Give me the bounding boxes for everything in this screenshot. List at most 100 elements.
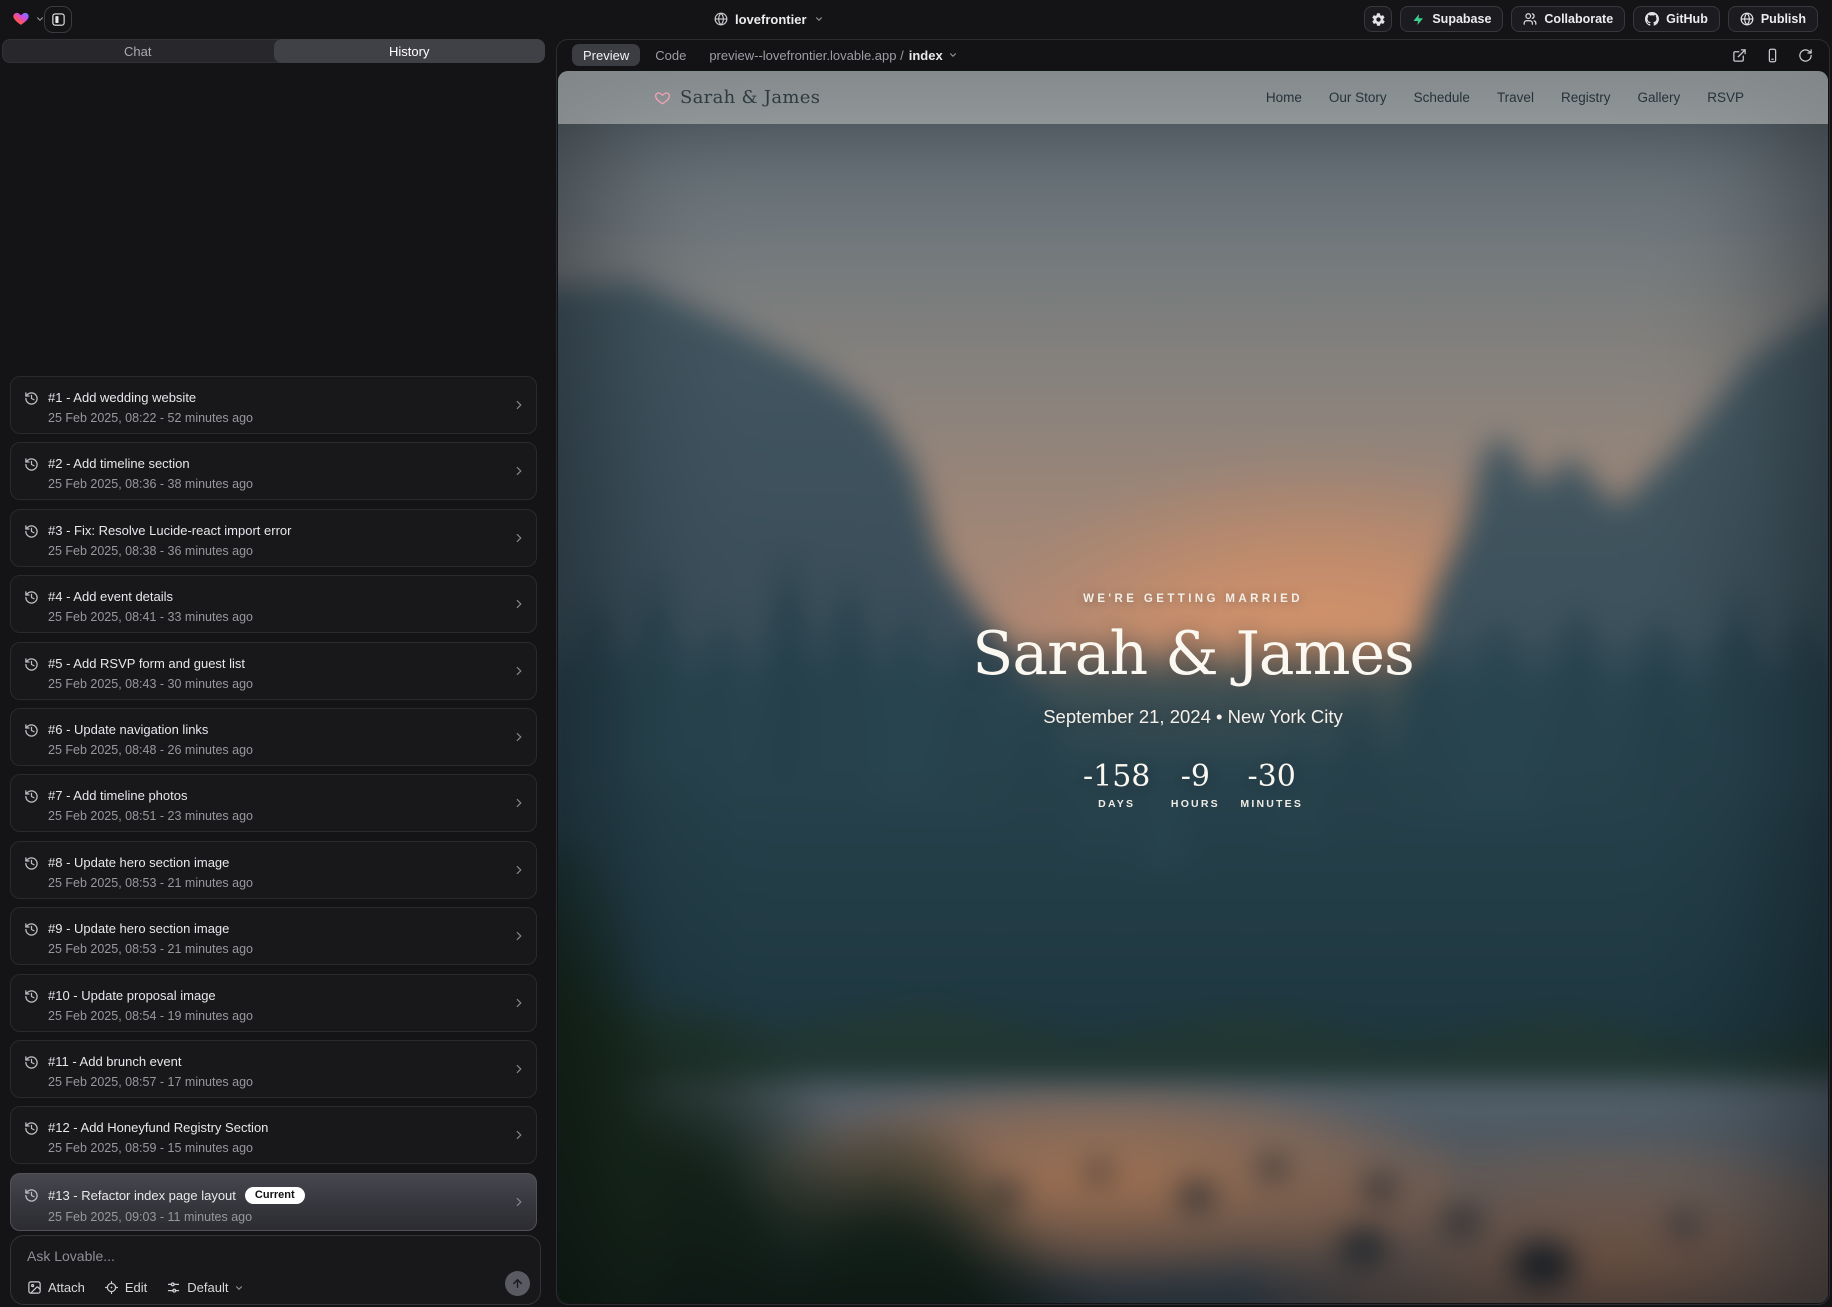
- lovable-logo-menu[interactable]: [12, 10, 45, 27]
- history-item-timestamp: 25 Feb 2025, 08:59 - 15 minutes ago: [48, 1141, 268, 1155]
- history-item[interactable]: #7 - Add timeline photos 25 Feb 2025, 08…: [10, 774, 537, 832]
- history-item-title: #9 - Update hero section image: [48, 921, 229, 936]
- mode-select[interactable]: Default: [166, 1280, 244, 1295]
- history-icon: [24, 723, 39, 738]
- chevron-right-icon[interactable]: [512, 531, 526, 545]
- open-external-icon[interactable]: [1732, 48, 1747, 63]
- history-item[interactable]: #2 - Add timeline section 25 Feb 2025, 0…: [10, 442, 537, 500]
- history-item[interactable]: #10 - Update proposal image 25 Feb 2025,…: [10, 974, 537, 1032]
- history-icon: [24, 989, 39, 1004]
- history-item[interactable]: #11 - Add brunch event 25 Feb 2025, 08:5…: [10, 1040, 537, 1098]
- history-item[interactable]: #6 - Update navigation links 25 Feb 2025…: [10, 708, 537, 766]
- tab-code[interactable]: Code: [655, 48, 686, 63]
- history-item-timestamp: 25 Feb 2025, 08:43 - 30 minutes ago: [48, 677, 253, 691]
- supabase-label: Supabase: [1432, 12, 1491, 26]
- site-nav-link[interactable]: RSVP: [1707, 90, 1744, 105]
- history-item-title-row: #5 - Add RSVP form and guest list: [48, 656, 253, 671]
- history-item-title-row: #10 - Update proposal image: [48, 988, 253, 1003]
- tab-preview[interactable]: Preview: [572, 44, 640, 66]
- image-attach-icon: [27, 1280, 42, 1295]
- attach-button[interactable]: Attach: [27, 1280, 85, 1295]
- countdown-value: -9: [1166, 762, 1224, 792]
- tab-chat[interactable]: Chat: [2, 39, 274, 63]
- chevron-right-icon[interactable]: [512, 1128, 526, 1142]
- collaborate-button[interactable]: Collaborate: [1511, 6, 1625, 32]
- countdown-value: -30: [1240, 762, 1303, 792]
- settings-button[interactable]: [1364, 6, 1392, 32]
- chevron-right-icon[interactable]: [512, 1062, 526, 1076]
- site-nav-link[interactable]: Travel: [1497, 90, 1534, 105]
- lovable-heart-logo-icon: [12, 10, 30, 27]
- chevron-right-icon[interactable]: [512, 996, 526, 1010]
- chevron-right-icon[interactable]: [512, 863, 526, 877]
- target-edit-icon: [104, 1280, 119, 1295]
- countdown: -158 DAYS -9 HOURS -30 MINUTES: [1083, 762, 1303, 810]
- history-item[interactable]: #3 - Fix: Resolve Lucide-react import er…: [10, 509, 537, 567]
- supabase-icon: [1412, 13, 1425, 26]
- history-item-timestamp: 25 Feb 2025, 08:53 - 21 minutes ago: [48, 876, 253, 890]
- chevron-down-icon: [234, 1283, 244, 1293]
- chevron-right-icon[interactable]: [512, 1195, 526, 1209]
- attach-label: Attach: [48, 1280, 85, 1295]
- chevron-right-icon[interactable]: [512, 398, 526, 412]
- history-item-title: #5 - Add RSVP form and guest list: [48, 656, 245, 671]
- chevron-right-icon[interactable]: [512, 929, 526, 943]
- chevron-right-icon[interactable]: [512, 597, 526, 611]
- project-switcher[interactable]: lovefrontier: [714, 0, 824, 38]
- preview-actions: [1732, 40, 1813, 70]
- history-item-text: #13 - Refactor index page layout Current…: [48, 1187, 305, 1224]
- history-item-title-row: #2 - Add timeline section: [48, 456, 253, 471]
- history-item[interactable]: #5 - Add RSVP form and guest list 25 Feb…: [10, 642, 537, 700]
- history-list: #1 - Add wedding website 25 Feb 2025, 08…: [10, 376, 537, 1231]
- chat-history-tabs: Chat History: [2, 39, 545, 63]
- refresh-icon[interactable]: [1798, 48, 1813, 63]
- site-nav-link[interactable]: Gallery: [1637, 90, 1680, 105]
- site-nav-link[interactable]: Home: [1266, 90, 1302, 105]
- countdown-label: DAYS: [1083, 798, 1150, 810]
- preview-panel: Preview Code preview--lovefrontier.lovab…: [556, 39, 1830, 1305]
- history-item[interactable]: #13 - Refactor index page layout Current…: [10, 1173, 537, 1231]
- mobile-view-icon[interactable]: [1765, 48, 1780, 63]
- edit-label: Edit: [125, 1280, 147, 1295]
- history-item-timestamp: 25 Feb 2025, 08:36 - 38 minutes ago: [48, 477, 253, 491]
- history-item-title: #8 - Update hero section image: [48, 855, 229, 870]
- chevron-down-icon: [948, 50, 958, 60]
- chevron-right-icon[interactable]: [512, 664, 526, 678]
- send-button[interactable]: [505, 1271, 530, 1296]
- history-item-title-row: #12 - Add Honeyfund Registry Section: [48, 1120, 268, 1135]
- history-item-title: #1 - Add wedding website: [48, 390, 196, 405]
- history-item-timestamp: 25 Feb 2025, 08:48 - 26 minutes ago: [48, 743, 253, 757]
- chevron-right-icon[interactable]: [512, 730, 526, 744]
- mode-label: Default: [187, 1280, 228, 1295]
- history-icon: [24, 922, 39, 937]
- history-item-text: #10 - Update proposal image 25 Feb 2025,…: [48, 988, 253, 1023]
- history-item-timestamp: 25 Feb 2025, 08:41 - 33 minutes ago: [48, 610, 253, 624]
- supabase-button[interactable]: Supabase: [1400, 6, 1503, 32]
- site-nav-link[interactable]: Registry: [1561, 90, 1611, 105]
- tab-history[interactable]: History: [274, 39, 546, 63]
- history-item[interactable]: #1 - Add wedding website 25 Feb 2025, 08…: [10, 376, 537, 434]
- composer-input[interactable]: Ask Lovable...: [27, 1248, 526, 1264]
- preview-url[interactable]: preview--lovefrontier.lovable.app / inde…: [709, 48, 957, 63]
- publish-button[interactable]: Publish: [1728, 6, 1818, 32]
- chat-composer[interactable]: Ask Lovable... Attach Edit Default: [10, 1235, 541, 1305]
- history-item[interactable]: #4 - Add event details 25 Feb 2025, 08:4…: [10, 575, 537, 633]
- current-badge: Current: [245, 1187, 305, 1204]
- site-nav-link[interactable]: Our Story: [1329, 90, 1387, 105]
- edit-button[interactable]: Edit: [104, 1280, 147, 1295]
- chevron-right-icon[interactable]: [512, 796, 526, 810]
- history-item-title-row: #13 - Refactor index page layout Current: [48, 1187, 305, 1204]
- history-item-title: #13 - Refactor index page layout: [48, 1188, 236, 1203]
- toggle-sidebar-button[interactable]: [44, 6, 72, 33]
- history-item-title: #10 - Update proposal image: [48, 988, 216, 1003]
- chevron-right-icon[interactable]: [512, 464, 526, 478]
- site-logo[interactable]: Sarah & James: [654, 71, 820, 124]
- history-item[interactable]: #9 - Update hero section image 25 Feb 20…: [10, 907, 537, 965]
- github-button[interactable]: GitHub: [1633, 6, 1720, 32]
- history-icon: [24, 590, 39, 605]
- history-item[interactable]: #12 - Add Honeyfund Registry Section 25 …: [10, 1106, 537, 1164]
- site-nav-link[interactable]: Schedule: [1414, 90, 1470, 105]
- preview-url-page: index: [909, 48, 943, 63]
- history-item[interactable]: #8 - Update hero section image 25 Feb 20…: [10, 841, 537, 899]
- globe-icon: [714, 12, 728, 26]
